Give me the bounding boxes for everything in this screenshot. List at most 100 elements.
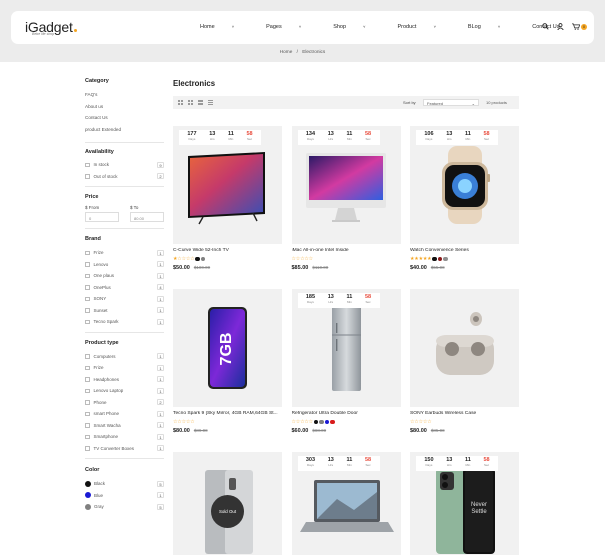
color-swatch[interactable]: [324, 419, 330, 425]
product-card[interactable]: 185 Days 13 Hrs 11 Min 58 Sec Refrigerator Ultra…: [291, 289, 401, 434]
color-swatch[interactable]: [195, 256, 200, 262]
countdown-timer: 150 Days 13 Hrs 11 Min 58 Sec: [416, 456, 498, 471]
product-type-filter-option[interactable]: Lenovo Laptop 1: [85, 385, 164, 397]
grid-2-view-icon[interactable]: [198, 100, 203, 105]
product-image[interactable]: 185 Days 13 Hrs 11 Min 58 Sec: [291, 289, 401, 407]
color-swatch[interactable]: [313, 419, 319, 425]
color-swatch[interactable]: [443, 256, 448, 262]
product-image[interactable]: 134 Days 13 Hrs 11 Min 58 Sec: [291, 126, 401, 244]
breadcrumb-home[interactable]: Home: [280, 49, 293, 54]
product-card[interactable]: 7GB Tecno Spark 9 [Sky Mirror, 4GB RAM,64…: [173, 289, 282, 434]
product-image[interactable]: 303 Days 13 Hrs 11 Min 58 Sec: [291, 452, 401, 555]
nav-item-2[interactable]: Shop ˅: [333, 24, 381, 30]
product-name[interactable]: C-Curve Wide 52-Inch TV: [173, 248, 282, 253]
product-image[interactable]: [410, 289, 519, 407]
sale-price: $85.00: [291, 265, 309, 271]
checkbox[interactable]: [85, 365, 90, 370]
checkbox[interactable]: [85, 377, 90, 382]
color-filter-option[interactable]: Gray 5: [85, 501, 164, 513]
product-type-filter-option[interactable]: Headphones 1: [85, 374, 164, 386]
product-card[interactable]: Sold Out: [173, 452, 282, 555]
rating-stars: ☆☆☆☆☆: [292, 419, 401, 425]
product-name[interactable]: Refrigerator Ultra Double Door: [292, 411, 401, 416]
product-type-filter-option[interactable]: Computers 1: [85, 351, 164, 363]
list-view-icon[interactable]: [208, 100, 213, 105]
checkbox[interactable]: [85, 411, 90, 416]
product-card[interactable]: 177 Days 13 Hrs 11 Min 58 Sec C-Curve Wide 52-In…: [173, 126, 282, 271]
product-card[interactable]: SONY Earbuds Wireless Case ☆☆☆☆☆ $80.00 $85…: [410, 289, 519, 434]
product-type-filter-option[interactable]: Phone 2: [85, 397, 164, 409]
brand-filter-option[interactable]: Sunset 1: [85, 305, 164, 317]
checkbox[interactable]: [85, 296, 90, 301]
color-swatch[interactable]: [437, 256, 443, 262]
color-filter-option[interactable]: Black 5: [85, 478, 164, 490]
grid-3-view-icon[interactable]: [188, 100, 193, 105]
product-type-filter-option[interactable]: TV Converter Boxes 1: [85, 443, 164, 455]
brand-filter-option[interactable]: Frize 1: [85, 247, 164, 259]
product-image[interactable]: 7GB: [173, 289, 282, 407]
checkbox[interactable]: [85, 446, 90, 451]
category-link[interactable]: About us: [85, 104, 164, 116]
color-swatch[interactable]: [432, 256, 437, 262]
product-image[interactable]: Never Settle 150 Days 13 Hrs 11 Min 58 Sec: [410, 452, 519, 555]
product-price: $60.00 $88.00: [292, 428, 401, 434]
color-swatch[interactable]: [200, 256, 206, 262]
checkbox[interactable]: [85, 273, 90, 278]
category-link[interactable]: FAQ's: [85, 92, 164, 104]
checkbox[interactable]: [85, 174, 90, 179]
checkbox[interactable]: [85, 388, 90, 393]
product-card[interactable]: 303 Days 13 Hrs 11 Min 58 Sec: [291, 452, 401, 555]
nav-item-4[interactable]: BLog ˅: [468, 24, 516, 30]
grid-4-view-icon[interactable]: [178, 100, 183, 105]
brand-filter-option[interactable]: Lenovo 1: [85, 259, 164, 271]
product-image[interactable]: Sold Out: [173, 452, 282, 555]
color-swatch[interactable]: [330, 419, 335, 425]
checkbox[interactable]: [85, 319, 90, 324]
countdown-timer: 134 Days 13 Hrs 11 Min 58 Sec: [297, 130, 380, 145]
cart-icon: [572, 23, 580, 30]
product-name[interactable]: Tecno Spark 9 [Sky Mirror, 4GB RAM,64GB …: [173, 411, 282, 416]
product-name[interactable]: iMac All-in-one Intel Inside: [292, 248, 401, 253]
availability-filter-option[interactable]: In stock 9: [85, 159, 164, 171]
brand-filter-option[interactable]: SONY 1: [85, 293, 164, 305]
brand-filter-option[interactable]: Tecno Spark 1: [85, 316, 164, 328]
product-card[interactable]: 106 Days 13 Hrs 11 Min 58 Sec Watch Convenience …: [410, 126, 519, 271]
color-filter-option[interactable]: Blue 1: [85, 490, 164, 502]
product-type-filter-option[interactable]: Smart Wacha 1: [85, 420, 164, 432]
price-from-input[interactable]: 0: [85, 212, 119, 222]
product-name[interactable]: SONY Earbuds Wireless Case: [410, 411, 519, 416]
checkbox[interactable]: [85, 285, 90, 290]
nav-item-0[interactable]: Home ˅: [200, 24, 250, 30]
checkbox[interactable]: [85, 354, 90, 359]
product-image[interactable]: 177 Days 13 Hrs 11 Min 58 Sec: [173, 126, 282, 244]
checkbox[interactable]: [85, 308, 90, 313]
product-card[interactable]: Never Settle 150 Days 13 Hrs 11 Min 58 Sec: [410, 452, 519, 555]
color-swatch[interactable]: [319, 419, 324, 425]
checkbox[interactable]: [85, 434, 90, 439]
checkbox[interactable]: [85, 162, 90, 167]
nav-item-3[interactable]: Product ˅: [398, 24, 452, 30]
filter-sidebar: Category FAQ's About us Contact Us product …: [85, 78, 164, 513]
search-icon[interactable]: [542, 23, 549, 30]
checkbox[interactable]: [85, 250, 90, 255]
cart-button[interactable]: 0: [572, 23, 587, 30]
user-icon[interactable]: [557, 23, 564, 30]
checkbox[interactable]: [85, 423, 90, 428]
product-type-filter-option[interactable]: smart Phone 1: [85, 408, 164, 420]
checkbox[interactable]: [85, 400, 90, 405]
category-link[interactable]: product Extended: [85, 127, 164, 139]
category-link[interactable]: Contact Us: [85, 115, 164, 127]
sale-price: $40.00: [410, 265, 427, 271]
product-type-filter-option[interactable]: Smartphone 1: [85, 431, 164, 443]
availability-filter-option[interactable]: Out of stock 2: [85, 171, 164, 183]
checkbox[interactable]: [85, 262, 90, 267]
sort-select[interactable]: Featured ⌄: [423, 99, 479, 106]
brand-filter-option[interactable]: OnePlus 4: [85, 282, 164, 294]
brand-filter-option[interactable]: One plaus 1: [85, 270, 164, 282]
nav-item-1[interactable]: Pages ˅: [266, 24, 317, 30]
product-image[interactable]: 106 Days 13 Hrs 11 Min 58 Sec: [410, 126, 519, 244]
product-type-filter-option[interactable]: Frize 1: [85, 362, 164, 374]
product-card[interactable]: 134 Days 13 Hrs 11 Min 58 Sec iMac All-in-one In…: [291, 126, 401, 271]
price-to-input[interactable]: 80.00: [130, 212, 164, 222]
product-name[interactable]: Watch Convenience Series: [410, 248, 519, 253]
